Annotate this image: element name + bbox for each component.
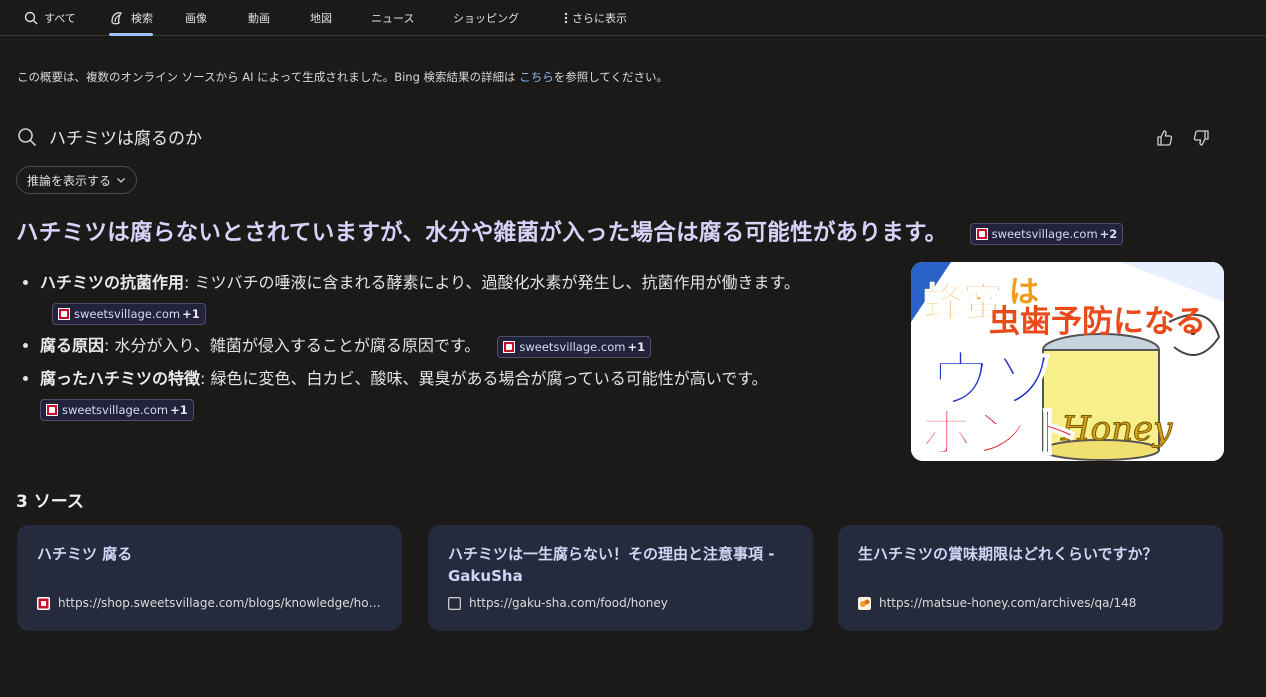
search-icon xyxy=(24,11,38,24)
tab-all[interactable]: すべて xyxy=(24,0,76,35)
tab-videos-label: 動画 xyxy=(248,11,270,25)
answer-image[interactable]: Honey 蜂蜜 は 虫歯予防になる ウソ ホント xyxy=(911,262,1224,461)
sweetsvillage-favicon xyxy=(46,403,58,416)
tab-search[interactable]: 検索 xyxy=(109,0,153,36)
source-url-text: https://shop.sweetsvillage.com/blogs/kno… xyxy=(58,596,384,610)
show-reasoning-button[interactable]: 推論を表示する xyxy=(16,166,138,194)
tab-all-label: すべて xyxy=(44,11,76,25)
more-vertical-icon xyxy=(564,12,568,23)
tab-maps-label: 地図 xyxy=(310,11,332,25)
citation-badge[interactable]: sweetsvillage.com +2 xyxy=(969,222,1124,245)
tab-more-label: さらに表示 xyxy=(572,11,627,25)
sources-title: 3 ソース xyxy=(16,492,84,512)
tab-search-label: 検索 xyxy=(131,11,153,25)
tab-shopping-label: ショッピング xyxy=(453,11,519,25)
hero-line4: ホント xyxy=(919,402,1081,461)
top-navigation: すべて 検索 画像 動画 地図 ニュース ショッピング さらに表示 xyxy=(0,0,1266,36)
list-item: 腐ったハチミツの特徴: 緑色に変色、白カビ、酸味、異臭がある場合が腐っている可能… xyxy=(40,364,895,424)
source-card-url: https://gaku-sha.com/food/honey xyxy=(448,596,795,610)
query-text: ハチミツは腐るのか xyxy=(49,129,202,149)
query-row: ハチミツは腐るのか xyxy=(17,124,202,149)
source-url-text: https://matsue-honey.com/archives/qa/148 xyxy=(879,596,1137,610)
gakusha-favicon xyxy=(448,596,461,610)
matsue-honey-favicon xyxy=(858,596,871,610)
thumbs-up-button[interactable] xyxy=(1155,128,1175,148)
source-card-title: ハチミツは一生腐らない！その理由と注意事項 - GakuSha xyxy=(448,545,775,585)
bullet-term: 腐る原因 xyxy=(40,336,105,355)
tab-more[interactable]: さらに表示 xyxy=(563,0,627,35)
source-card-title: ハチミツ 腐る xyxy=(37,545,133,563)
tab-maps[interactable]: 地図 xyxy=(310,0,332,35)
sweetsvillage-favicon xyxy=(58,307,70,320)
disclaimer-link[interactable]: こちら xyxy=(519,70,554,84)
list-item: 腐る原因: 水分が入り、雑菌が侵入することが腐る原因です。 sweetsvill… xyxy=(40,331,895,361)
answer-headline: ハチミツは腐らないとされていますが、水分や雑菌が入った場合は腐る可能性があります… xyxy=(16,215,1236,247)
citation-badge[interactable]: sweetsvillage.com +1 xyxy=(40,398,194,421)
thumbs-down-button[interactable] xyxy=(1191,128,1211,148)
sweetsvillage-favicon xyxy=(37,596,50,610)
citation-badge[interactable]: sweetsvillage.com +1 xyxy=(52,302,206,325)
tab-images-label: 画像 xyxy=(185,11,207,25)
source-card[interactable]: 生ハチミツの賞味期限はどれくらいですか？ https://matsue-hone… xyxy=(838,525,1223,631)
answer-bullets: ハチミツの抗菌作用: ミツバチの唾液に含まれる酵素により、過酸化水素が発生し、抗… xyxy=(20,268,895,427)
search-icon xyxy=(18,127,37,146)
citation-domain: sweetsvillage.com xyxy=(519,339,626,354)
bullet-text: : 緑色に変色、白カビ、酸味、異臭がある場合が腐っている可能性が高いです。 xyxy=(200,369,768,388)
list-item: ハチミツの抗菌作用: ミツバチの唾液に含まれる酵素により、過酸化水素が発生し、抗… xyxy=(40,268,895,328)
source-card[interactable]: ハチミツは一生腐らない！その理由と注意事項 - GakuSha https://… xyxy=(428,525,813,631)
source-card-title: 生ハチミツの賞味期限はどれくらいですか？ xyxy=(858,545,1158,563)
answer-headline-text: ハチミツは腐らないとされていますが、水分や雑菌が入った場合は腐る可能性があります… xyxy=(16,220,948,246)
tab-images[interactable]: 画像 xyxy=(185,0,207,35)
honey-illustration: Honey 蜂蜜 は 虫歯予防になる ウソ ホント xyxy=(911,262,1224,461)
sweetsvillage-favicon xyxy=(503,340,516,353)
hero-line2: 虫歯予防になる xyxy=(989,304,1206,340)
bullet-text: : ミツバチの唾液に含まれる酵素により、過酸化水素が発生し、抗菌作用が働きます。 xyxy=(184,273,800,292)
bullet-term: 腐ったハチミツの特徴 xyxy=(40,369,201,388)
source-card[interactable]: ハチミツ 腐る https://shop.sweetsvillage.com/b… xyxy=(17,525,402,631)
bullet-term: ハチミツの抗菌作用 xyxy=(40,273,185,292)
chevron-down-icon xyxy=(117,178,125,183)
show-reasoning-label: 推論を表示する xyxy=(27,173,112,188)
bullet-text: : 水分が入り、雑菌が侵入することが腐る原因です。 xyxy=(104,336,481,355)
citation-more: +1 xyxy=(627,339,646,354)
source-card-url: https://matsue-honey.com/archives/qa/148 xyxy=(858,596,1205,610)
copilot-icon xyxy=(111,11,123,24)
disclaimer-text-before: この概要は、複数のオンライン ソースから AI によって生成されました。Bing… xyxy=(17,70,520,84)
citation-domain: sweetsvillage.com xyxy=(74,306,181,321)
citation-more: +2 xyxy=(1099,226,1118,241)
tab-videos[interactable]: 動画 xyxy=(248,0,270,35)
thumbs-up-icon xyxy=(1157,130,1173,146)
tab-shopping[interactable]: ショッピング xyxy=(453,0,519,35)
citation-more: +1 xyxy=(182,306,200,321)
citation-domain: sweetsvillage.com xyxy=(62,402,169,417)
disclaimer-text-after: を参照してください。 xyxy=(553,70,669,84)
thumbs-down-icon xyxy=(1193,130,1209,146)
tab-news[interactable]: ニュース xyxy=(371,0,414,35)
sweetsvillage-favicon xyxy=(975,227,988,240)
ai-disclaimer: この概要は、複数のオンライン ソースから AI によって生成されました。Bing… xyxy=(17,69,668,85)
citation-badge[interactable]: sweetsvillage.com +1 xyxy=(497,335,652,358)
citation-more: +1 xyxy=(170,402,188,417)
tab-news-label: ニュース xyxy=(371,11,415,25)
source-card-url: https://shop.sweetsvillage.com/blogs/kno… xyxy=(37,596,384,610)
citation-domain: sweetsvillage.com xyxy=(991,226,1098,241)
source-url-text: https://gaku-sha.com/food/honey xyxy=(469,596,668,610)
